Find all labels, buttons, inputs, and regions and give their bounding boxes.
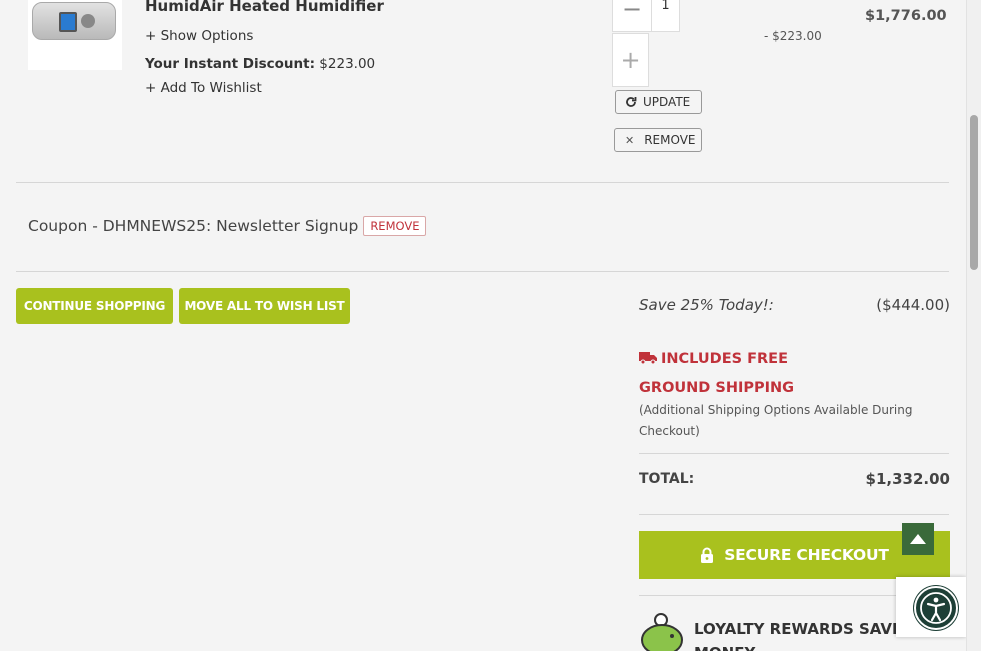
line-discount: - $223.00 (764, 29, 822, 43)
savings-value: ($444.00) (876, 296, 950, 314)
divider (639, 453, 949, 454)
quantity-increase-button[interactable]: + (612, 33, 649, 87)
total-value: $1,332.00 (865, 470, 950, 488)
close-icon: ✕ (625, 133, 635, 147)
product-image[interactable] (28, 0, 122, 70)
divider (639, 514, 949, 515)
accessibility-icon[interactable] (914, 586, 958, 630)
shipping-note: (Additional Shipping Options Available D… (639, 403, 913, 438)
piggy-bank-icon (641, 613, 683, 651)
refresh-icon (626, 97, 637, 107)
quantity-input[interactable]: 1 (651, 0, 680, 32)
update-label: UPDATE (643, 95, 691, 109)
instant-discount-label: Your Instant Discount: (145, 56, 315, 72)
instant-discount-value: $223.00 (319, 56, 376, 72)
product-title[interactable]: HumidAir Heated Humidifier (145, 0, 384, 15)
free-shipping-text: INCLUDES FREE GROUND SHIPPING (639, 351, 795, 396)
free-shipping-notice: INCLUDES FREE GROUND SHIPPING (639, 345, 839, 403)
lock-icon (701, 547, 714, 563)
remove-label: REMOVE (644, 133, 696, 147)
arrow-up-icon (910, 534, 926, 544)
accessibility-widget[interactable] (896, 577, 966, 637)
scrollbar[interactable] (966, 0, 981, 651)
remove-item-button[interactable]: ✕ REMOVE (614, 128, 702, 152)
coupon-remove-button[interactable]: REMOVE (363, 216, 427, 236)
show-options-link[interactable]: + Show Options (145, 28, 253, 44)
loyalty-rewards-text: LOYALTY REWARDS SAVE MONEY (694, 620, 903, 651)
update-button[interactable]: UPDATE (615, 90, 702, 114)
total-label: TOTAL: (639, 471, 695, 487)
continue-shopping-button[interactable]: CONTINUE SHOPPING (16, 288, 173, 324)
quantity-decrease-button[interactable]: − (612, 0, 652, 32)
divider (16, 182, 949, 183)
back-to-top-button[interactable] (902, 523, 934, 555)
secure-checkout-label: SECURE CHECKOUT (724, 546, 889, 564)
scrollbar-thumb[interactable] (970, 115, 978, 270)
coupon-text: Coupon - DHMNEWS25: Newsletter Signup (28, 217, 359, 235)
move-all-to-wishlist-button[interactable]: MOVE ALL TO WISH LIST (179, 288, 350, 324)
coupon-row: Coupon - DHMNEWS25: Newsletter Signup RE… (28, 216, 427, 236)
instant-discount: Your Instant Discount: $223.00 (145, 56, 375, 72)
line-price: $1,776.00 (865, 8, 947, 24)
divider (16, 271, 949, 272)
savings-label: Save 25% Today!: (639, 296, 774, 314)
truck-icon (639, 352, 657, 364)
add-to-wishlist-link[interactable]: + Add To Wishlist (145, 80, 262, 96)
